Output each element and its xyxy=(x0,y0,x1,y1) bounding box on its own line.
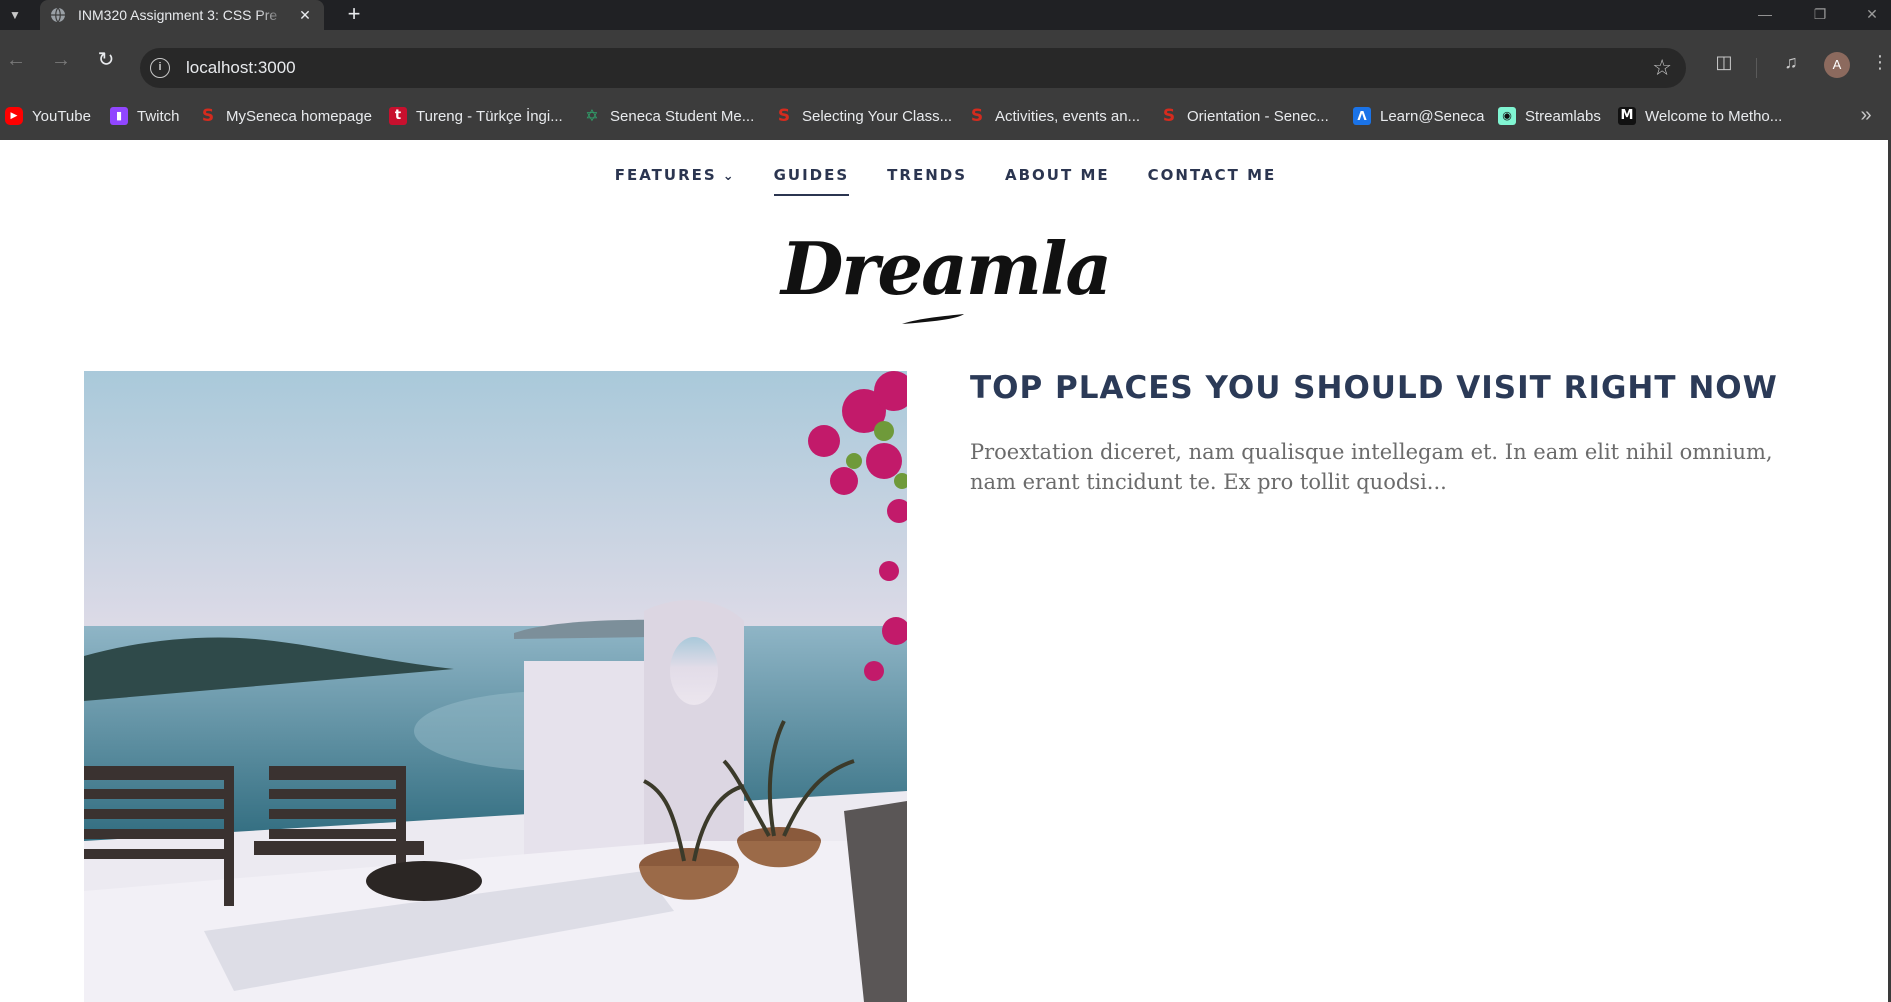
nav-label: TRENDS xyxy=(887,166,968,184)
youtube-icon: ▶ xyxy=(5,107,23,125)
nav-label: FEATURES xyxy=(614,166,717,184)
tab-search-icon[interactable]: ▼ xyxy=(4,4,26,26)
nav-trends[interactable]: TRENDS xyxy=(887,166,967,196)
bookmark-activities[interactable]: S Activities, events an... xyxy=(968,102,1140,130)
url-text[interactable]: localhost:3000 xyxy=(186,58,296,78)
menu-kebab-icon[interactable]: ⋮ xyxy=(1870,48,1890,76)
hero-image[interactable] xyxy=(84,371,907,1002)
bookmark-seneca-student[interactable]: ✡ Seneca Student Me... xyxy=(583,102,754,130)
bookmark-label: MySeneca homepage xyxy=(226,107,372,125)
bookmark-label: Streamlabs xyxy=(1525,107,1601,125)
bookmark-label: Twitch xyxy=(137,107,180,125)
globe-icon xyxy=(51,7,65,23)
site-nav: FEATURES ⌄ GUIDES TRENDS ABOUT ME CONTACT… xyxy=(0,166,1891,196)
nav-label: GUIDES xyxy=(773,166,850,184)
bookmark-tureng[interactable]: t Tureng - Türkçe İngi... xyxy=(389,102,563,130)
tab-strip: ▼ INM320 Assignment 3: CSS Pre ✕ + — ❐ ✕ xyxy=(0,0,1891,30)
tab-title: INM320 Assignment 3: CSS Pre xyxy=(78,7,278,23)
back-icon[interactable]: ← xyxy=(2,46,30,74)
bookmark-label: Selecting Your Class... xyxy=(802,107,953,125)
streamlabs-icon: ◉ xyxy=(1498,107,1516,125)
media-controls-icon[interactable]: ♫ xyxy=(1777,48,1805,76)
more-bookmarks-icon[interactable]: » xyxy=(1852,102,1880,130)
seneca-icon: S xyxy=(970,106,984,126)
seneca-icon: S xyxy=(201,106,215,126)
logo-text: Dreamla xyxy=(780,226,1112,311)
bookmark-selecting-class[interactable]: S Selecting Your Class... xyxy=(775,102,952,130)
toolbar-divider xyxy=(1756,58,1757,78)
bookmark-label: Learn@Seneca xyxy=(1380,107,1485,125)
twitch-icon: ▮ xyxy=(110,107,128,125)
active-tab[interactable]: INM320 Assignment 3: CSS Pre ✕ xyxy=(40,0,324,30)
tureng-icon: t xyxy=(389,107,407,125)
close-window-icon[interactable]: ✕ xyxy=(1860,4,1884,24)
bookmark-myseneca[interactable]: S MySeneca homepage xyxy=(199,102,372,130)
logo-swash xyxy=(902,314,964,324)
bookmark-orientation[interactable]: S Orientation - Senec... xyxy=(1160,102,1329,130)
nav-label: CONTACT ME xyxy=(1147,166,1277,184)
seneca-icon: S xyxy=(777,106,791,126)
minimize-icon[interactable]: — xyxy=(1753,4,1777,24)
forward-icon[interactable]: → xyxy=(47,46,75,74)
bookmark-label: Seneca Student Me... xyxy=(610,107,755,125)
chevron-down-icon: ⌄ xyxy=(722,169,736,184)
new-tab-icon[interactable]: + xyxy=(342,3,366,27)
bookmark-youtube[interactable]: ▶ YouTube xyxy=(5,102,91,130)
bookmark-label: Activities, events an... xyxy=(995,107,1141,125)
browser-toolbar: ← → ↻ i localhost:3000 ☆ ◫ ♫ A ⋮ xyxy=(0,30,1891,106)
bookmarks-bar: ▶ YouTube ▮ Twitch S MySeneca homepage t… xyxy=(0,102,1891,140)
reload-icon[interactable]: ↻ xyxy=(92,46,120,74)
web-page: FEATURES ⌄ GUIDES TRENDS ABOUT ME CONTACT… xyxy=(0,140,1891,1002)
profile-avatar[interactable]: A xyxy=(1824,52,1850,78)
nav-guides[interactable]: GUIDES xyxy=(773,166,850,196)
bookmark-metho[interactable]: M Welcome to Metho... xyxy=(1618,102,1782,130)
santorini-photo xyxy=(84,371,907,1002)
site-logo[interactable]: Dreamla xyxy=(0,226,1891,326)
pinwheel-icon: ✡ xyxy=(585,106,599,125)
restore-icon[interactable]: ❐ xyxy=(1808,4,1832,24)
seneca-icon: S xyxy=(1162,106,1176,126)
learn-icon: Λ xyxy=(1353,107,1371,125)
article-title[interactable]: TOP PLACES YOU SHOULD VISIT RIGHT NOW xyxy=(970,370,1830,406)
bookmark-label: Tureng - Türkçe İngi... xyxy=(416,107,563,125)
browser-chrome: ▼ INM320 Assignment 3: CSS Pre ✕ + — ❐ ✕… xyxy=(0,0,1891,140)
article-excerpt: Proextation diceret, nam qualisque intel… xyxy=(970,440,1773,494)
nav-contact-me[interactable]: CONTACT ME xyxy=(1148,166,1277,196)
metho-icon: M xyxy=(1618,107,1636,125)
nav-features[interactable]: FEATURES ⌄ xyxy=(615,166,736,196)
nav-about-me[interactable]: ABOUT ME xyxy=(1005,166,1110,196)
bookmark-star-icon[interactable]: ☆ xyxy=(1652,55,1672,81)
bookmark-label: Orientation - Senec... xyxy=(1187,107,1329,125)
bookmark-learn-seneca[interactable]: Λ Learn@Seneca xyxy=(1353,102,1484,130)
nav-label: ABOUT ME xyxy=(1005,166,1110,184)
close-tab-icon[interactable]: ✕ xyxy=(296,6,314,24)
bookmark-streamlabs[interactable]: ◉ Streamlabs xyxy=(1498,102,1601,130)
site-info-icon[interactable]: i xyxy=(150,58,170,78)
bookmark-label: Welcome to Metho... xyxy=(1645,107,1783,125)
bookmark-twitch[interactable]: ▮ Twitch xyxy=(110,102,180,130)
bookmark-label: YouTube xyxy=(32,107,91,125)
extensions-icon[interactable]: ◫ xyxy=(1710,48,1738,76)
address-bar[interactable]: i localhost:3000 ☆ xyxy=(140,48,1686,88)
